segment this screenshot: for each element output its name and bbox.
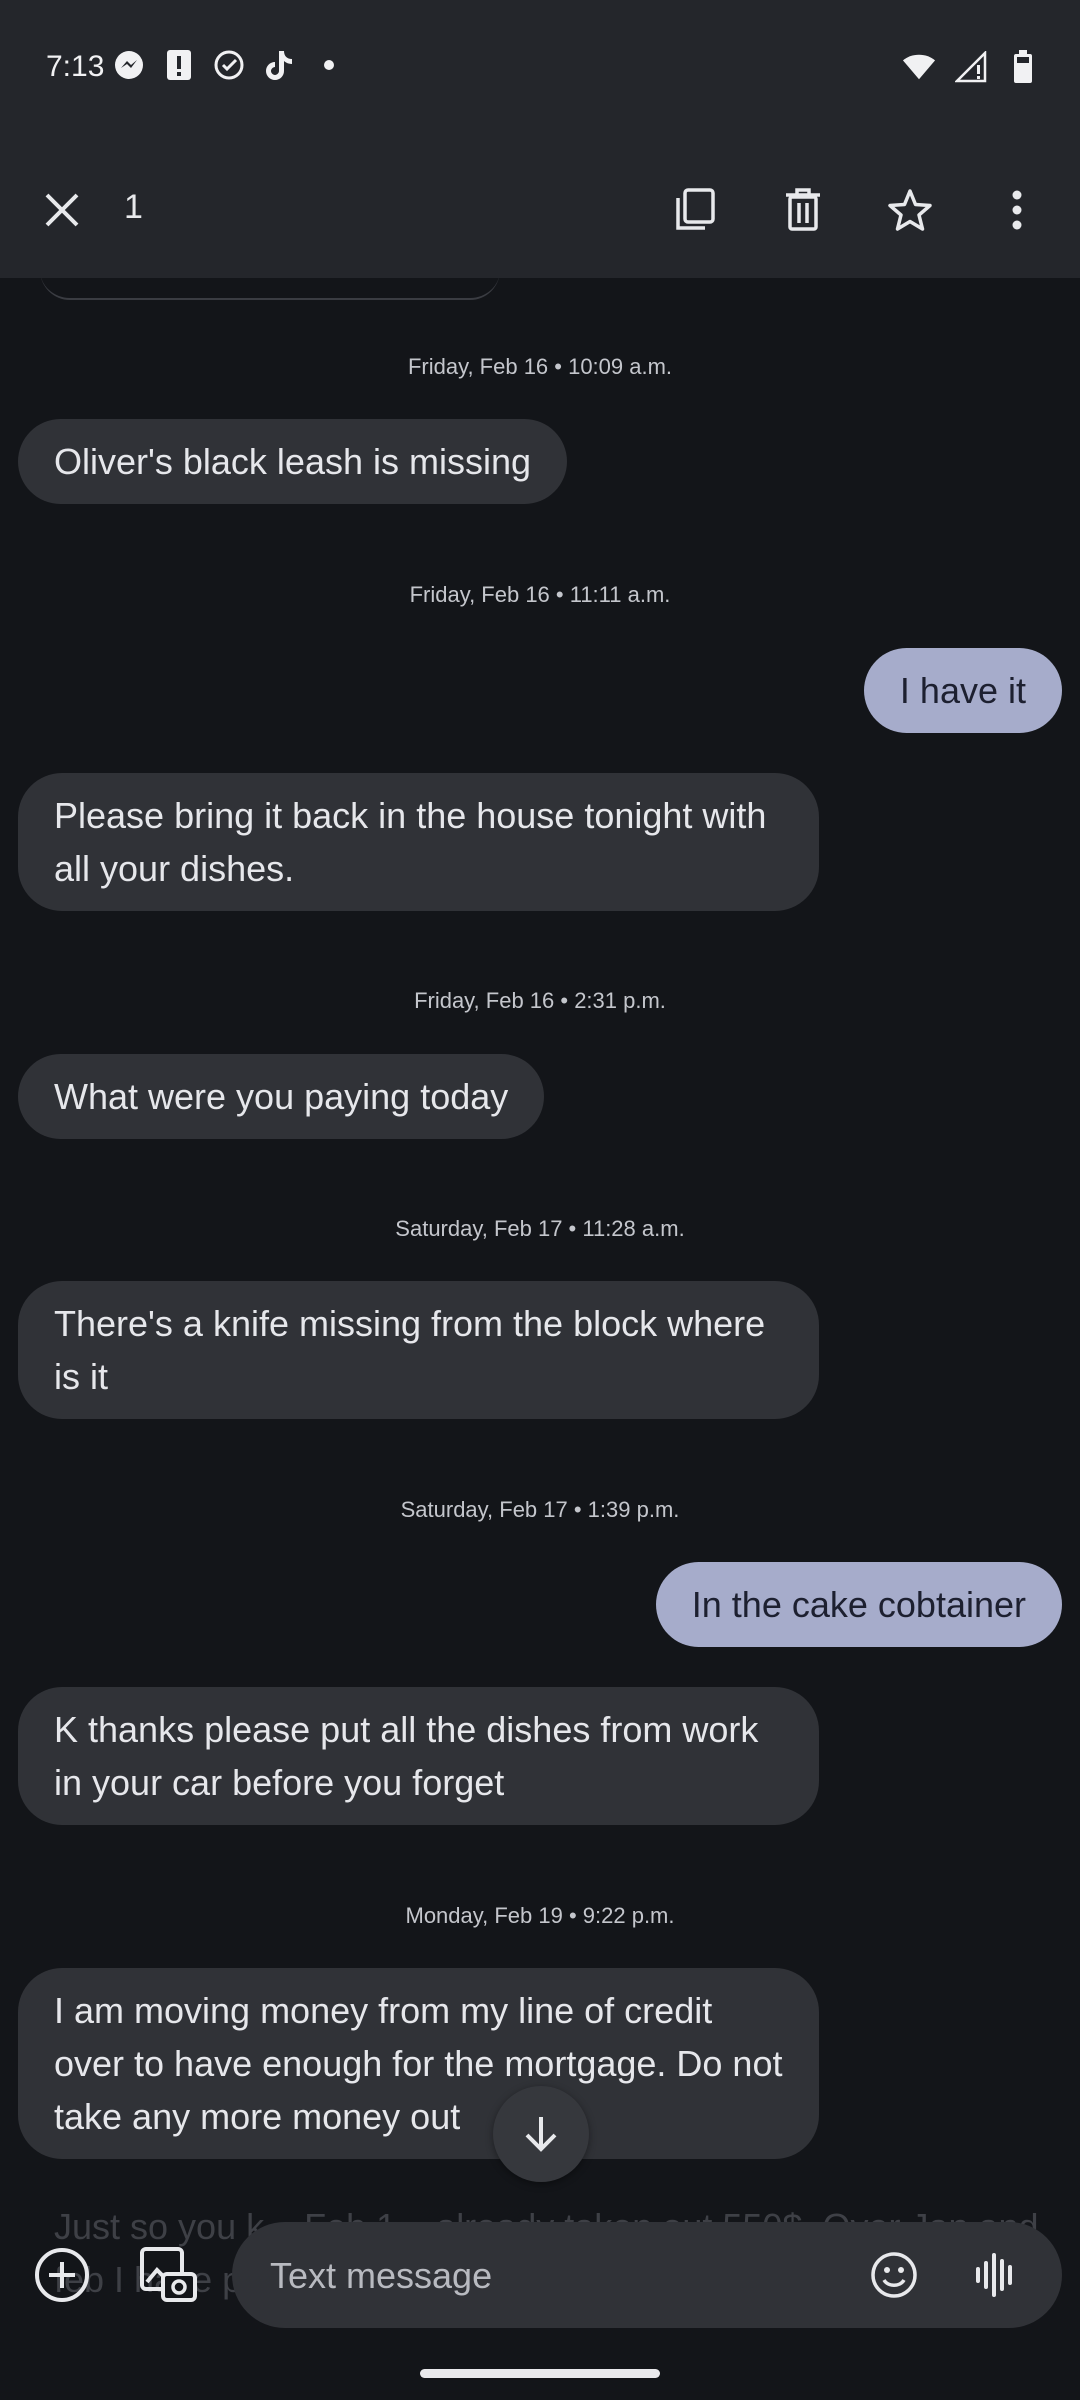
partial-message-bubble xyxy=(40,278,500,300)
message-timestamp: Friday, Feb 16 • 11:11 a.m. xyxy=(409,582,671,607)
arrow-down-icon xyxy=(525,2117,557,2152)
more-options-button[interactable] xyxy=(985,178,1049,242)
status-bar: 7:13 xyxy=(0,0,1080,140)
message-timestamp: Friday, Feb 16 • 10:09 a.m. xyxy=(407,354,673,379)
copy-icon xyxy=(676,188,715,230)
message-input-container[interactable] xyxy=(232,2222,1062,2330)
selected-count: 1 xyxy=(124,188,143,226)
text-message-input[interactable] xyxy=(268,2222,772,2330)
messenger-icon xyxy=(112,48,146,82)
delete-icon xyxy=(786,188,820,231)
wifi-icon xyxy=(902,50,936,84)
copy-button[interactable] xyxy=(663,178,727,242)
voice-waveform-icon xyxy=(976,2253,1012,2297)
incoming-message-bubble[interactable]: K thanks please put all the dishes from … xyxy=(18,1687,819,1825)
message-timestamp: Friday, Feb 16 • 2:31 p.m. xyxy=(414,988,666,1013)
incoming-message-bubble[interactable]: There's a knife missing from the block w… xyxy=(18,1281,819,1419)
tiktok-icon xyxy=(262,48,296,82)
star-icon xyxy=(888,189,932,231)
incoming-message-bubble[interactable]: What were you paying today xyxy=(18,1054,545,1139)
star-button[interactable] xyxy=(878,178,942,242)
message-timestamp: Monday, Feb 19 • 9:22 p.m. xyxy=(405,1903,675,1928)
emoji-icon xyxy=(871,2252,917,2298)
close-icon xyxy=(45,193,79,227)
outgoing-message-bubble[interactable]: I have it xyxy=(863,648,1062,733)
home-indicator[interactable] xyxy=(420,2369,660,2378)
gallery-camera-icon xyxy=(140,2247,197,2302)
incoming-message-bubble[interactable]: Please bring it back in the house tonigh… xyxy=(18,773,819,911)
add-circle-icon xyxy=(35,2248,89,2302)
incoming-message-bubble[interactable]: Oliver's black leash is missing xyxy=(18,419,568,504)
message-timestamp: Saturday, Feb 17 • 11:28 a.m. xyxy=(395,1216,685,1241)
more-vert-icon xyxy=(1012,190,1022,230)
outgoing-message-bubble[interactable]: In the cake cobtainer xyxy=(655,1562,1062,1647)
task-check-icon xyxy=(212,48,246,82)
selection-action-bar: 1 xyxy=(0,140,1080,278)
add-attachment-button[interactable] xyxy=(26,2239,98,2311)
incoming-message-bubble[interactable]: I am moving money from my line of credit… xyxy=(18,1968,819,2159)
dot-icon xyxy=(312,48,346,82)
message-thread[interactable]: Friday, Feb 16 • 10:09 a.m. Oliver's bla… xyxy=(0,278,1080,2198)
status-time: 7:13 xyxy=(46,50,105,83)
alert-icon xyxy=(162,48,196,82)
voice-message-button[interactable] xyxy=(960,2239,1032,2311)
delete-button[interactable] xyxy=(771,178,835,242)
close-selection-button[interactable] xyxy=(30,178,94,242)
emoji-button[interactable] xyxy=(858,2239,930,2311)
battery-icon xyxy=(1006,50,1040,84)
message-timestamp: Saturday, Feb 17 • 1:39 p.m. xyxy=(400,1497,680,1522)
gallery-button[interactable] xyxy=(132,2239,204,2311)
signal-icon xyxy=(954,50,988,84)
scroll-to-bottom-button[interactable] xyxy=(493,2086,589,2182)
